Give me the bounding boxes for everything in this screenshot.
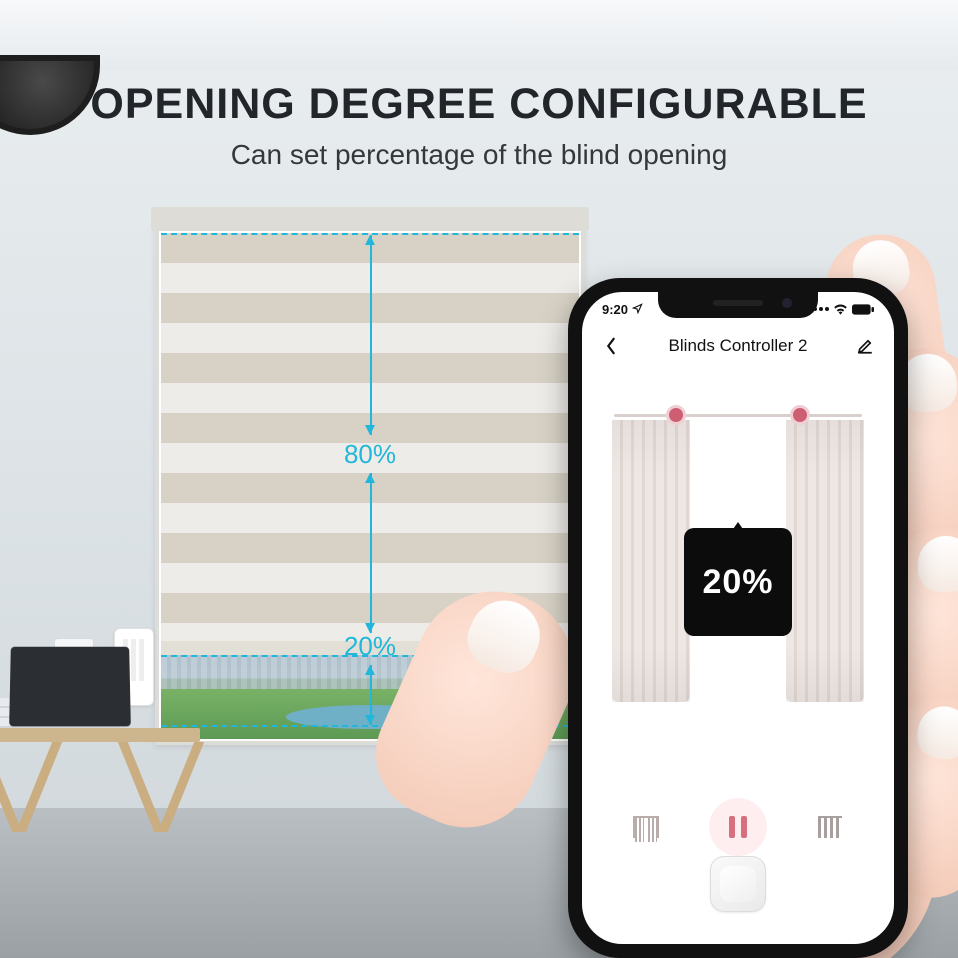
window-with-blind: 80% 20% — [155, 225, 585, 745]
chip-caret-icon — [731, 522, 745, 532]
open-button[interactable] — [617, 798, 675, 856]
phone-notch — [658, 292, 818, 318]
promo-subline: Can set percentage of the blind opening — [0, 139, 958, 171]
headline-block: OPENING DEGREE CONFIGURABLE Can set perc… — [0, 80, 958, 171]
edit-button[interactable] — [852, 333, 878, 359]
app-header: Blinds Controller 2 — [582, 326, 894, 366]
closed-percentage-label: 80% — [344, 439, 396, 470]
device-title: Blinds Controller 2 — [669, 336, 808, 356]
opening-percentage-value: 20% — [702, 563, 773, 602]
blind-cassette — [151, 207, 589, 231]
back-button[interactable] — [598, 333, 624, 359]
pencil-icon — [856, 337, 874, 355]
curtain-panel-left — [612, 420, 690, 702]
curtain-visualizer[interactable]: 20% — [604, 402, 872, 702]
open-percentage-label: 20% — [344, 631, 396, 662]
promo-headline: OPENING DEGREE CONFIGURABLE — [0, 80, 958, 129]
app-screen: 9:20 — [582, 292, 894, 944]
curtain-slider-handle-left[interactable] — [666, 405, 686, 425]
measure-guide-bottom — [161, 725, 579, 727]
pause-icon — [729, 816, 747, 838]
pause-button[interactable] — [709, 798, 767, 856]
arrowhead-icon — [365, 235, 375, 245]
status-time: 9:20 — [602, 302, 628, 317]
curtain-slider-handle-right[interactable] — [790, 405, 810, 425]
curtain-open-icon — [633, 816, 659, 838]
home-indicator-button[interactable] — [710, 856, 766, 912]
battery-icon — [852, 304, 874, 315]
ceiling — [0, 0, 958, 70]
wifi-icon — [833, 303, 848, 315]
location-icon — [632, 302, 643, 317]
product-promo-scene: OPENING DEGREE CONFIGURABLE Can set perc… — [0, 0, 958, 958]
arrowhead-icon — [365, 665, 375, 675]
curtain-close-icon — [818, 816, 842, 838]
laptop — [9, 647, 131, 727]
smartphone-frame: 9:20 — [568, 278, 908, 958]
arrowhead-icon — [365, 715, 375, 725]
curtain-panel-right — [786, 420, 864, 702]
chevron-left-icon — [604, 337, 618, 355]
control-buttons-row — [582, 798, 894, 856]
arrowhead-icon — [365, 425, 375, 435]
measure-line-closed-a — [370, 235, 372, 435]
arrowhead-icon — [365, 473, 375, 483]
desk — [0, 728, 200, 838]
close-button[interactable] — [801, 798, 859, 856]
curtain-rod — [614, 414, 862, 417]
opening-percentage-chip: 20% — [684, 528, 792, 636]
measure-line-closed-b — [370, 473, 372, 633]
